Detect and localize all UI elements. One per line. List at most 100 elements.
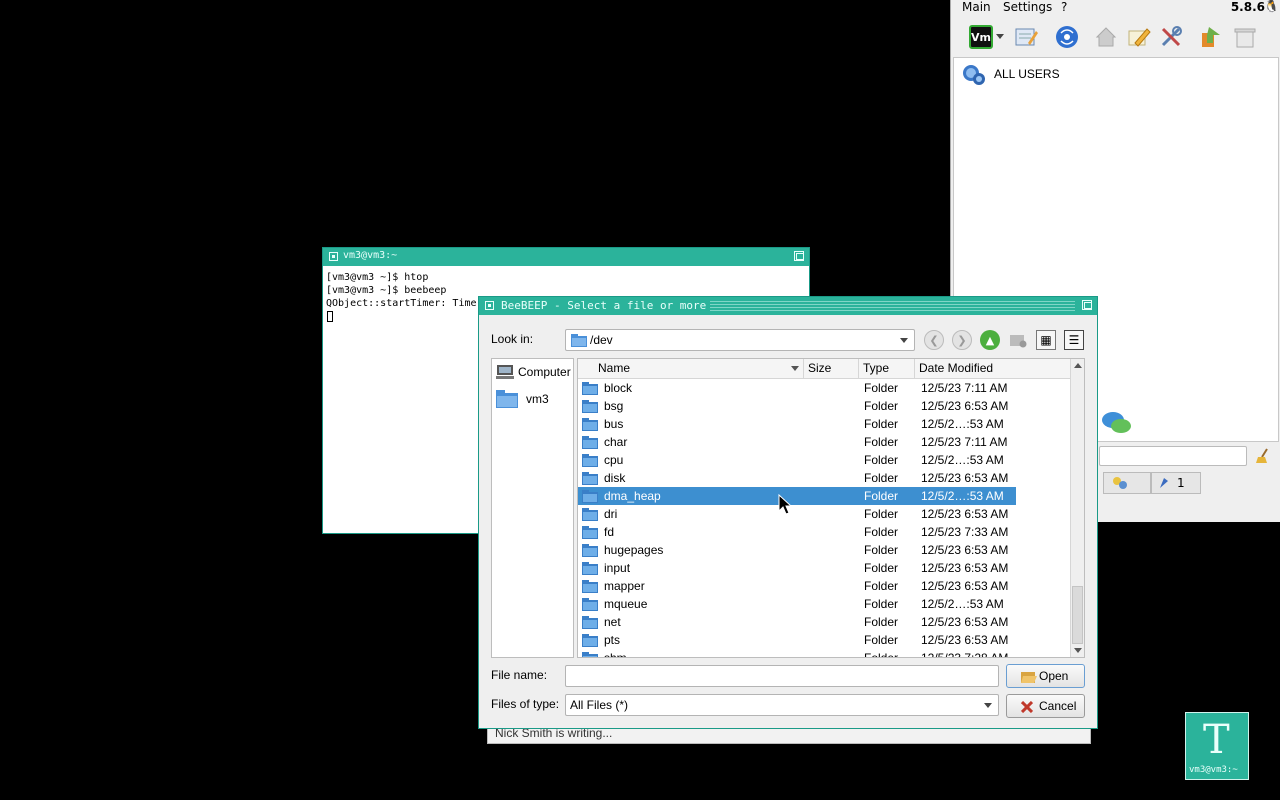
vm-status-icon[interactable]: Vm [969, 25, 993, 49]
column-header-name[interactable]: Name [578, 359, 804, 379]
file-row[interactable]: mqueue Folder 12/5/2…:53 AM [578, 595, 1016, 613]
scroll-up-icon[interactable] [1074, 363, 1082, 368]
chat-message-input[interactable] [1099, 446, 1247, 466]
cancel-button-label: Cancel [1039, 699, 1077, 713]
chats-count: 1 [1177, 476, 1185, 490]
file-name-cell: char [604, 435, 628, 449]
house-icon[interactable] [1094, 25, 1118, 49]
parent-directory-button[interactable]: ▲ [980, 330, 1000, 350]
file-type-cell: Folder [864, 453, 899, 467]
new-folder-button[interactable] [1008, 330, 1028, 350]
file-row[interactable]: disk Folder 12/5/23 6:53 AM [578, 469, 1016, 487]
column-header-type[interactable]: Type [859, 359, 915, 379]
file-date-cell: 12/5/2…:53 AM [921, 489, 1004, 503]
file-date-cell: 12/5/23 7:28 AM [921, 651, 1009, 658]
sidebar-item-label: Computer [518, 365, 571, 379]
tab-chats[interactable]: 1 [1151, 472, 1201, 494]
folder-icon [582, 418, 598, 431]
file-row[interactable]: net Folder 12/5/23 6:53 AM [578, 613, 1016, 631]
file-name-cell: mqueue [604, 597, 648, 611]
file-date-cell: 12/5/23 6:53 AM [921, 471, 1009, 485]
window-menu-icon[interactable] [485, 301, 494, 310]
back-button[interactable]: ❮ [924, 330, 944, 350]
file-row[interactable]: char Folder 12/5/23 7:11 AM [578, 433, 1016, 451]
terminal-taskbar-icon[interactable]: T vm3@vm3:~ [1185, 712, 1249, 780]
column-header-label: Size [808, 361, 832, 375]
cancel-button[interactable]: Cancel [1006, 694, 1085, 718]
share-icon[interactable] [1199, 25, 1223, 49]
network-icon[interactable] [1055, 25, 1079, 49]
menu-main[interactable]: Main [962, 0, 991, 14]
file-row[interactable]: pts Folder 12/5/23 6:53 AM [578, 631, 1016, 649]
file-row[interactable]: mapper Folder 12/5/23 6:53 AM [578, 577, 1016, 595]
all-users-label[interactable]: ALL USERS [994, 67, 1060, 81]
terminal-title: vm3@vm3:~ [343, 250, 398, 261]
dialog-title-bar[interactable]: BeeBEEP - Select a file or more [479, 297, 1097, 315]
linux-icon: 🐧 [1264, 0, 1279, 13]
tools-icon[interactable] [1159, 25, 1183, 49]
column-header-size[interactable]: Size [804, 359, 859, 379]
edit-profile-icon[interactable] [1014, 25, 1038, 49]
tab-plugins[interactable] [1103, 472, 1151, 494]
file-row[interactable]: cpu Folder 12/5/2…:53 AM [578, 451, 1016, 469]
file-type-cell: Folder [864, 597, 899, 611]
sort-descending-icon [791, 366, 799, 371]
open-button-label: Open [1039, 669, 1069, 683]
file-date-cell: 12/5/23 6:53 AM [921, 543, 1009, 557]
file-row[interactable]: hugepages Folder 12/5/23 6:53 AM [578, 541, 1016, 559]
computer-icon [496, 365, 514, 379]
file-row[interactable]: bsg Folder 12/5/23 6:53 AM [578, 397, 1016, 415]
folder-icon [582, 526, 598, 539]
scroll-down-icon[interactable] [1074, 648, 1082, 653]
file-date-cell: 12/5/23 7:11 AM [921, 435, 1008, 449]
file-name-cell: disk [604, 471, 626, 485]
vertical-scrollbar[interactable] [1070, 359, 1084, 657]
file-name-input[interactable] [565, 665, 999, 687]
look-in-combo[interactable]: /dev [565, 329, 915, 351]
file-row[interactable]: input Folder 12/5/23 6:53 AM [578, 559, 1016, 577]
file-name-cell: cpu [604, 453, 624, 467]
scrollbar-thumb[interactable] [1072, 586, 1083, 644]
terminal-title-bar[interactable]: vm3@vm3:~ [323, 248, 809, 266]
menu-help[interactable]: ? [1061, 0, 1067, 14]
sidebar-item-computer[interactable]: Computer [494, 361, 572, 383]
file-row[interactable]: shm Folder 12/5/23 7:28 AM [578, 649, 1016, 658]
maximize-icon[interactable] [1082, 300, 1092, 310]
file-name-cell: fd [604, 525, 615, 539]
pencil-icon[interactable] [1127, 25, 1151, 49]
file-type-cell: Folder [864, 381, 899, 395]
menu-settings[interactable]: Settings [1003, 0, 1052, 14]
file-row[interactable]: bus Folder 12/5/2…:53 AM [578, 415, 1016, 433]
terminal-cursor [327, 311, 333, 322]
forward-button[interactable]: ❯ [952, 330, 972, 350]
terminal-line: [vm3@vm3 ~]$ htop [326, 272, 429, 283]
detail-view-button[interactable]: ☰ [1064, 330, 1084, 350]
file-date-cell: 12/5/2…:53 AM [921, 417, 1004, 431]
folder-icon [582, 472, 598, 485]
column-header-date[interactable]: Date Modified [915, 359, 1072, 379]
icon-view-button[interactable]: ▦ [1036, 330, 1056, 350]
file-type-cell: Folder [864, 579, 899, 593]
open-folder-icon [1021, 672, 1037, 683]
window-menu-icon[interactable] [329, 252, 338, 261]
open-button[interactable]: Open [1006, 664, 1085, 688]
chevron-down-icon[interactable] [995, 25, 1005, 49]
sidebar-item-label: vm3 [526, 392, 549, 406]
file-row[interactable]: fd Folder 12/5/23 7:33 AM [578, 523, 1016, 541]
file-row[interactable]: block Folder 12/5/23 7:11 AM [578, 379, 1016, 397]
file-row[interactable]: dma_heap Folder 12/5/2…:53 AM [578, 487, 1016, 505]
file-type-cell: Folder [864, 651, 899, 658]
column-header-label: Name [598, 361, 631, 375]
maximize-icon[interactable] [794, 251, 804, 261]
file-type-combo[interactable]: All Files (*) [565, 694, 999, 716]
sidebar-item-vm3[interactable]: vm3 [494, 387, 572, 409]
broom-icon[interactable] [1255, 448, 1271, 464]
arrow-up-icon: ▲ [985, 333, 995, 347]
version-label: 5.8.6 [1230, 0, 1265, 14]
chevron-down-icon [984, 703, 992, 708]
trash-icon[interactable] [1233, 25, 1257, 49]
file-name-cell: hugepages [604, 543, 664, 557]
file-row[interactable]: dri Folder 12/5/23 6:53 AM [578, 505, 1016, 523]
folder-icon [582, 454, 598, 467]
terminal-glyph-icon: T [1203, 717, 1230, 763]
